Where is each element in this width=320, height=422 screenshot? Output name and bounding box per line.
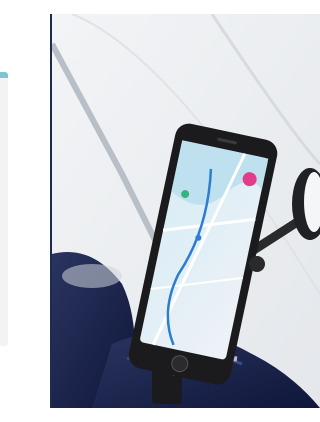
photo-illustration xyxy=(52,14,320,408)
product-photo xyxy=(52,14,320,408)
scooter-reflection xyxy=(62,264,122,288)
left-card-edge xyxy=(0,72,8,346)
left-panel xyxy=(0,0,50,422)
mount-ball-joint xyxy=(249,256,265,272)
